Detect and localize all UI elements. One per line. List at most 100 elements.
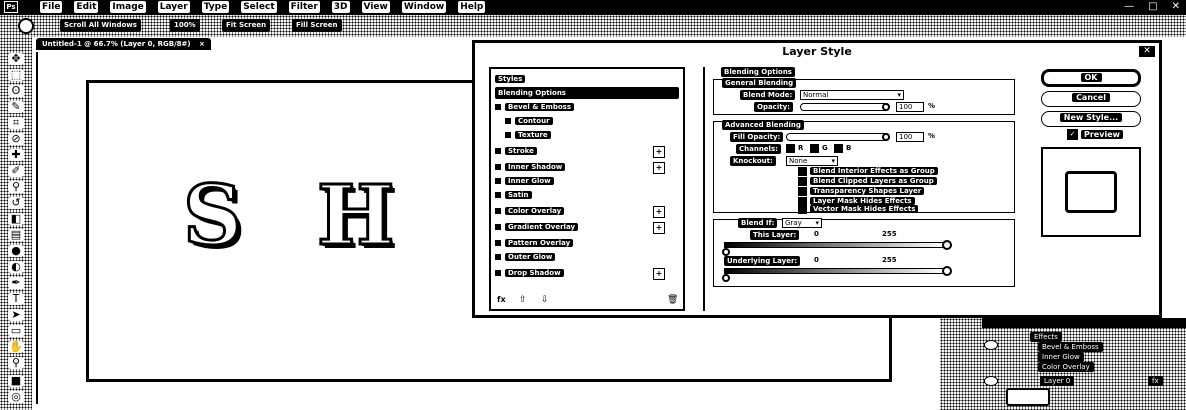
close-tab-icon[interactable]: × <box>199 40 205 48</box>
style-item-texture[interactable]: Texture <box>505 129 689 141</box>
add-stroke-icon[interactable]: + <box>653 146 665 158</box>
style-item-outer-glow[interactable]: Outer Glow <box>495 251 679 263</box>
fill-opacity-input[interactable]: 100 <box>896 132 924 142</box>
cancel-button[interactable]: Cancel <box>1041 91 1141 107</box>
menu-file[interactable]: File <box>40 1 63 13</box>
checkbox[interactable] <box>495 240 501 246</box>
checkbox[interactable] <box>505 132 511 138</box>
menu-3d[interactable]: 3D <box>331 1 350 13</box>
dodge-tool-icon[interactable]: ◐ <box>8 261 24 273</box>
type-tool-icon[interactable]: T <box>8 293 24 305</box>
eye-icon[interactable] <box>984 340 998 350</box>
ok-button[interactable]: OK <box>1041 69 1141 87</box>
pen-tool-icon[interactable]: ✒ <box>8 277 24 289</box>
underlying-black-knob[interactable] <box>722 274 730 282</box>
fill-opacity-slider-knob[interactable] <box>882 133 890 141</box>
new-style-button[interactable]: New Style... <box>1041 111 1141 127</box>
checkbox[interactable] <box>495 270 501 276</box>
preview-checkbox[interactable]: ✓ Preview <box>1067 129 1124 140</box>
delete-effect-icon[interactable]: 🗑 <box>667 295 678 305</box>
knockout-select[interactable]: None ▾ <box>786 156 838 166</box>
maximize-icon[interactable]: □ <box>1148 1 1157 13</box>
checkbox[interactable] <box>495 208 501 214</box>
checkbox[interactable] <box>495 254 501 260</box>
checkbox[interactable] <box>495 148 501 154</box>
zoom-tool-icon[interactable] <box>18 18 34 34</box>
channel-b-checkbox[interactable]: B <box>834 143 851 154</box>
layer-name[interactable]: Layer 0 <box>1040 376 1075 386</box>
menu-help[interactable]: Help <box>458 1 486 13</box>
checkbox[interactable] <box>495 164 501 170</box>
add-gradient-overlay-icon[interactable]: + <box>653 222 665 234</box>
add-drop-shadow-icon[interactable]: + <box>653 268 665 280</box>
style-item-inner-glow[interactable]: Inner Glow <box>495 175 679 187</box>
dialog-close-icon[interactable]: ✕ <box>1139 46 1155 57</box>
quick-select-tool-icon[interactable]: ✎ <box>8 101 24 113</box>
add-inner-shadow-icon[interactable]: + <box>653 162 665 174</box>
blend-if-select[interactable]: Gray ▾ <box>782 218 822 228</box>
opacity-input[interactable]: 100 <box>896 102 924 112</box>
shape-tool-icon[interactable]: ▭ <box>8 325 24 337</box>
style-item-color-overlay[interactable]: Color Overlay + <box>495 205 679 218</box>
style-item-drop-shadow[interactable]: Drop Shadow + <box>495 267 679 280</box>
style-item-blending-options[interactable]: Blending Options <box>495 87 679 99</box>
menu-edit[interactable]: Edit <box>74 1 99 13</box>
style-item-gradient-overlay[interactable]: Gradient Overlay + <box>495 221 679 234</box>
menu-view[interactable]: View <box>361 1 390 13</box>
minimize-icon[interactable]: — <box>1124 1 1134 13</box>
zoom-tool-side-icon[interactable]: ⚲ <box>8 357 24 369</box>
lasso-tool-icon[interactable]: ʘ <box>8 85 24 97</box>
gradient-tool-icon[interactable]: ▤ <box>8 229 24 241</box>
menu-filter[interactable]: Filter <box>288 1 320 13</box>
blend-mode-select[interactable]: Normal ▾ <box>800 90 904 100</box>
path-select-tool-icon[interactable]: ➤ <box>8 309 24 321</box>
layer-fx-badge[interactable]: fx <box>1148 376 1163 386</box>
checkbox[interactable] <box>495 224 501 230</box>
fit-screen-button[interactable]: Fit Screen <box>222 19 271 32</box>
vector-mask-hides-checkbox[interactable]: Vector Mask Hides Effects <box>798 204 919 215</box>
channel-g-checkbox[interactable]: G <box>810 143 828 154</box>
eraser-tool-icon[interactable]: ◧ <box>8 213 24 225</box>
move-down-icon[interactable]: ⇩ <box>541 295 549 305</box>
move-tool-icon[interactable]: ✥ <box>8 53 24 65</box>
checkbox[interactable] <box>495 192 501 198</box>
menu-select[interactable]: Select <box>241 1 277 13</box>
menu-window[interactable]: Window <box>401 1 447 13</box>
style-item-contour[interactable]: Contour <box>505 115 689 127</box>
style-item-pattern-overlay[interactable]: Pattern Overlay <box>495 237 679 249</box>
opacity-slider-knob[interactable] <box>882 103 890 111</box>
style-item-bevel-emboss[interactable]: Bevel & Emboss <box>495 101 679 113</box>
quick-mask-icon[interactable]: ◎ <box>8 391 24 403</box>
add-color-overlay-icon[interactable]: + <box>653 206 665 218</box>
layer-thumbnail[interactable] <box>1006 388 1050 406</box>
scroll-all-windows-checkbox[interactable]: Scroll All Windows <box>60 19 141 32</box>
style-item-stroke[interactable]: Stroke + <box>495 145 679 158</box>
close-window-icon[interactable]: ✕ <box>1172 1 1180 13</box>
move-up-icon[interactable]: ⇧ <box>519 295 527 305</box>
hand-tool-icon[interactable]: ✋ <box>8 341 24 353</box>
zoom-level-button[interactable]: 100% <box>170 19 200 32</box>
brush-tool-icon[interactable]: ✐ <box>8 165 24 177</box>
this-layer-white-knob[interactable] <box>942 240 952 250</box>
healing-tool-icon[interactable]: ✚ <box>8 149 24 161</box>
blur-tool-icon[interactable]: ● <box>8 245 24 257</box>
effect-bevel-emboss[interactable]: Bevel & Emboss <box>1038 342 1103 352</box>
eyedropper-tool-icon[interactable]: ⊘ <box>8 133 24 145</box>
menu-type[interactable]: Type <box>201 1 230 13</box>
crop-tool-icon[interactable]: ⌗ <box>8 117 24 129</box>
checkbox[interactable] <box>505 118 511 124</box>
this-layer-black-knob[interactable] <box>722 248 730 256</box>
styles-header[interactable]: Styles <box>495 73 679 85</box>
layer-visibility-eye-icon[interactable] <box>984 376 998 386</box>
menu-image[interactable]: Image <box>110 1 146 13</box>
opacity-slider[interactable] <box>800 103 890 111</box>
checkbox[interactable] <box>495 104 501 110</box>
channel-r-checkbox[interactable]: R <box>786 143 803 154</box>
color-swatches-icon[interactable]: ■ <box>8 375 24 387</box>
fill-screen-button[interactable]: Fill Screen <box>292 19 342 32</box>
marquee-tool-icon[interactable]: ⬚ <box>8 69 24 81</box>
style-item-inner-shadow[interactable]: Inner Shadow + <box>495 161 679 174</box>
clone-stamp-tool-icon[interactable]: ⚲ <box>8 181 24 193</box>
fx-menu-icon[interactable]: fx <box>497 295 506 304</box>
document-tab[interactable]: Untitled-1 @ 66.7% (Layer 0, RGB/8#) × <box>36 38 211 50</box>
